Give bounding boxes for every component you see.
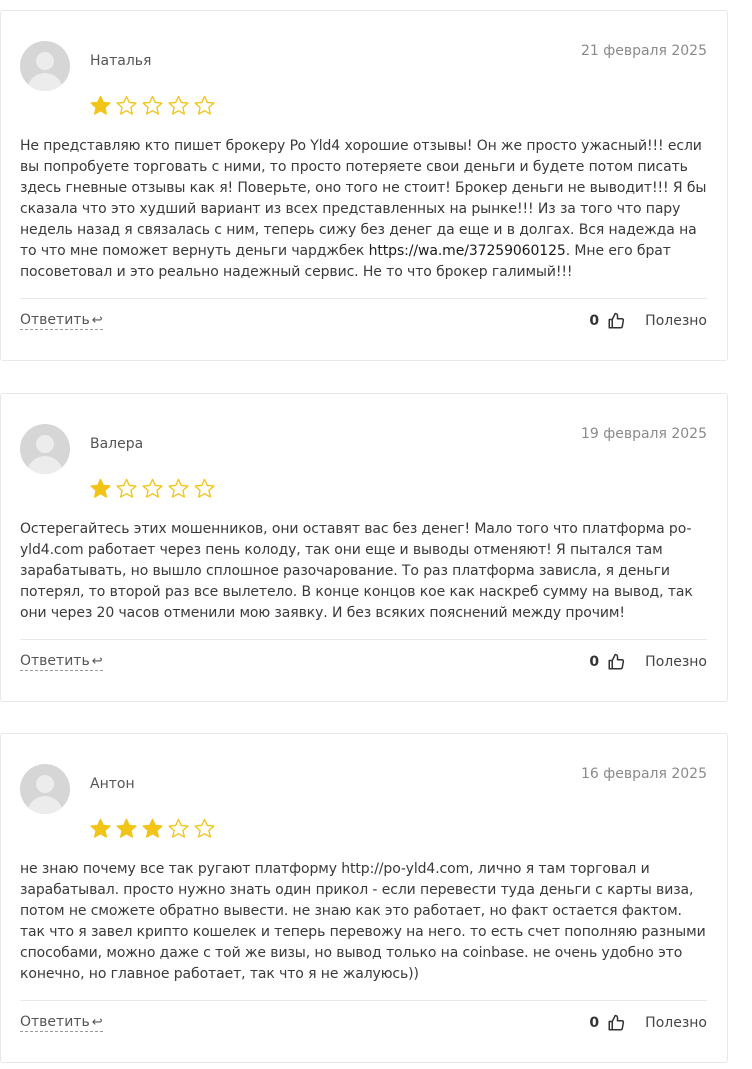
star-filled-icon — [90, 818, 111, 838]
useful-group: 0 Полезно — [589, 309, 707, 333]
star-empty-icon — [116, 95, 137, 115]
review-header: Антон 16 февраля 2025 — [20, 764, 707, 816]
star-filled-icon — [116, 818, 137, 838]
useful-group: 0 Полезно — [589, 1011, 707, 1035]
review-text: Остерегайтесь этих мошенников, они остав… — [20, 521, 693, 621]
thumbs-up-icon[interactable] — [607, 653, 625, 671]
divider — [20, 298, 707, 299]
star-empty-icon — [168, 478, 189, 498]
review-text: не знаю почему все так ругают платформу … — [20, 861, 706, 982]
useful-group: 0 Полезно — [589, 650, 707, 674]
reply-button[interactable]: Ответить ↩ — [20, 312, 103, 330]
reply-button[interactable]: Ответить ↩ — [20, 653, 103, 671]
star-filled-icon — [90, 478, 111, 498]
review-link[interactable]: https://wa.me/37259060125 — [369, 243, 566, 259]
useful-label[interactable]: Полезно — [645, 654, 707, 670]
star-filled-icon — [90, 95, 111, 115]
star-filled-icon — [142, 818, 163, 838]
star-empty-icon — [194, 95, 215, 115]
review-footer: Ответить ↩ 0 Полезно — [20, 650, 707, 674]
useful-label[interactable]: Полезно — [645, 1015, 707, 1031]
star-empty-icon — [142, 478, 163, 498]
divider — [20, 639, 707, 640]
star-empty-icon — [194, 478, 215, 498]
star-empty-icon — [168, 818, 189, 838]
avatar — [20, 41, 70, 91]
review-date: 16 февраля 2025 — [580, 766, 707, 782]
review-card: Антон 16 февраля 2025 не знаю почему все… — [0, 733, 728, 1063]
review-text: Не представляю кто пишет брокеру Po Yld4… — [20, 138, 707, 280]
thumbs-up-icon[interactable] — [607, 1014, 625, 1032]
review-card: Валера 19 февраля 2025 Остерегайтесь эти… — [0, 393, 728, 702]
star-empty-icon — [194, 818, 215, 838]
review-author: Валера — [90, 436, 144, 452]
reply-arrow-icon: ↩ — [91, 654, 103, 669]
like-count: 0 — [589, 654, 600, 670]
reply-button[interactable]: Ответить ↩ — [20, 1014, 103, 1032]
like-count: 0 — [589, 1015, 600, 1031]
review-header: Наталья 21 февраля 2025 — [20, 41, 707, 93]
useful-label[interactable]: Полезно — [645, 313, 707, 329]
reply-arrow-icon: ↩ — [91, 313, 103, 328]
review-footer: Ответить ↩ 0 Полезно — [20, 1011, 707, 1035]
rating-stars — [89, 94, 216, 117]
star-empty-icon — [142, 95, 163, 115]
star-empty-icon — [116, 478, 137, 498]
like-count: 0 — [589, 313, 600, 329]
thumbs-up-icon[interactable] — [607, 312, 625, 330]
rating-stars — [89, 477, 216, 500]
reply-arrow-icon: ↩ — [91, 1015, 103, 1030]
star-empty-icon — [168, 95, 189, 115]
review-header: Валера 19 февраля 2025 — [20, 424, 707, 476]
review-date: 21 февраля 2025 — [580, 43, 707, 59]
divider — [20, 1000, 707, 1001]
review-footer: Ответить ↩ 0 Полезно — [20, 309, 707, 333]
review-card: Наталья 21 февраля 2025 Не представляю к… — [0, 10, 728, 361]
review-author: Наталья — [90, 53, 152, 69]
rating-stars — [89, 817, 216, 840]
review-date: 19 февраля 2025 — [580, 426, 707, 442]
avatar — [20, 424, 70, 474]
avatar — [20, 764, 70, 814]
review-author: Антон — [90, 776, 135, 792]
